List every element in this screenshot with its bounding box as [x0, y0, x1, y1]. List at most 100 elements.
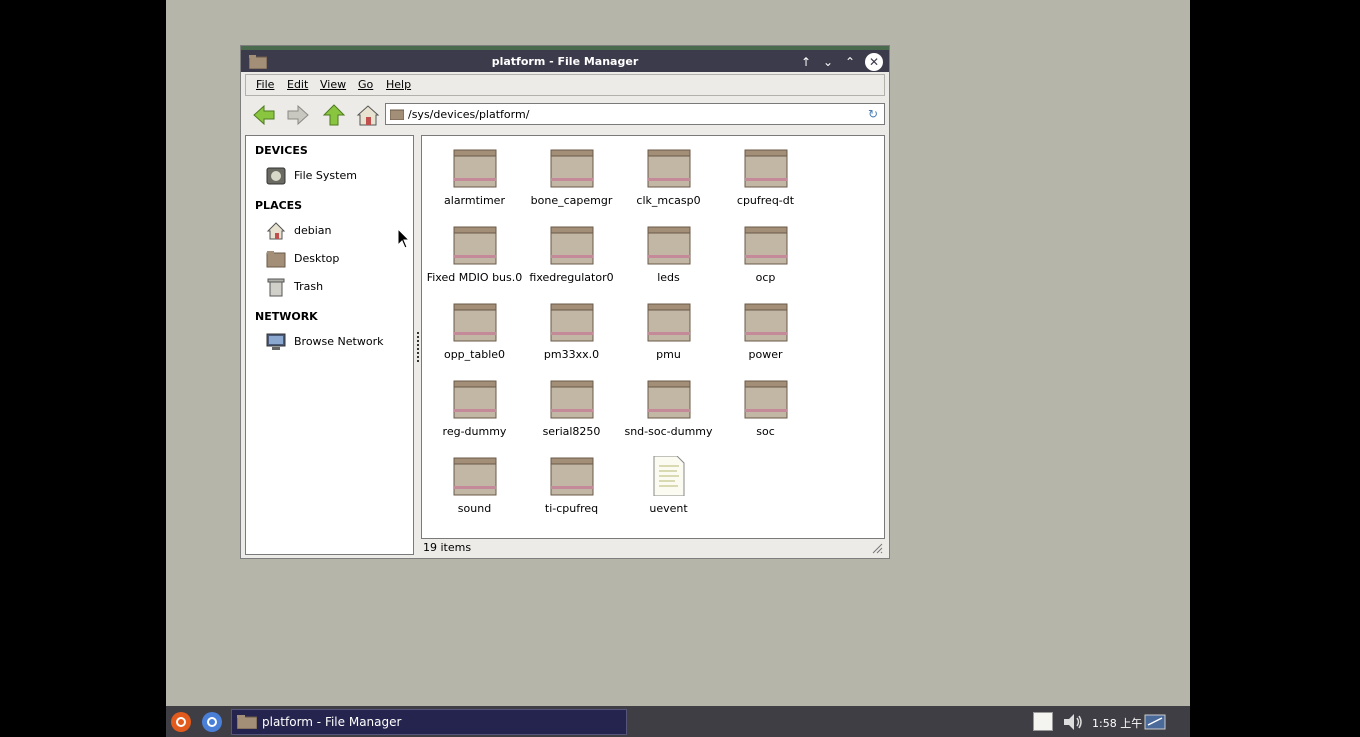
menu-help[interactable]: Help: [386, 78, 411, 91]
item-count: 19 items: [423, 541, 472, 554]
folder-icon: [550, 149, 594, 188]
network-status-icon[interactable]: [1144, 711, 1166, 733]
title-bar[interactable]: platform - File Manager ↑ ⌄ ⌃ ✕: [241, 46, 889, 72]
taskbar: platform - File Manager 1:58 上午: [166, 706, 1190, 737]
forward-icon[interactable]: [285, 103, 311, 127]
folder-item[interactable]: cpufreq-dt: [717, 136, 814, 210]
file-name: alarmtimer: [444, 194, 505, 207]
folder-icon: [550, 457, 594, 496]
folder-item[interactable]: fixedregulator0: [523, 213, 620, 287]
sidebar-item-file-system[interactable]: File System: [254, 164, 409, 188]
folder-icon: [744, 380, 788, 419]
menu-edit[interactable]: Edit: [287, 78, 308, 91]
shade-icon[interactable]: ↑: [797, 53, 815, 71]
folder-icon: [453, 380, 497, 419]
folder-item[interactable]: pmu: [620, 290, 717, 364]
folder-item[interactable]: clk_mcasp0: [620, 136, 717, 210]
browser-icon[interactable]: [201, 711, 223, 733]
trash-icon: [267, 278, 285, 297]
toolbar: /sys/devices/platform/ ↻: [245, 98, 885, 132]
menu-view[interactable]: View: [320, 78, 346, 91]
window-title: platform - File Manager: [491, 55, 639, 68]
clock[interactable]: 1:58 上午: [1092, 715, 1142, 731]
folder-icon: [550, 380, 594, 419]
file-name: opp_table0: [443, 348, 506, 361]
folder-item[interactable]: Fixed MDIO bus.0: [426, 213, 523, 287]
start-menu-icon[interactable]: [170, 711, 192, 733]
sidebar: DEVICES File System PLACES debian Deskto…: [245, 135, 414, 555]
folder-icon: [744, 149, 788, 188]
location-bar[interactable]: /sys/devices/platform/ ↻: [385, 103, 885, 125]
folder-item[interactable]: opp_table0: [426, 290, 523, 364]
file-name: pm33xx.0: [543, 348, 600, 361]
file-name: soc: [756, 425, 775, 438]
file-name: pmu: [656, 348, 681, 361]
folder-item[interactable]: bone_capemgr: [523, 136, 620, 210]
file-manager-window: platform - File Manager ↑ ⌄ ⌃ ✕ File Edi…: [240, 45, 890, 559]
close-icon[interactable]: ✕: [865, 53, 883, 71]
network-icon: [266, 333, 286, 350]
folder-item[interactable]: pm33xx.0: [523, 290, 620, 364]
folder-icon: [390, 109, 404, 120]
folder-item[interactable]: soc: [717, 367, 814, 441]
minimize-icon[interactable]: ⌄: [819, 53, 837, 71]
file-name: snd-soc-dummy: [624, 425, 713, 438]
file-name: sound: [457, 502, 492, 515]
sidebar-item-label: Trash: [294, 280, 324, 293]
text-file-icon: [653, 456, 685, 496]
status-bar: 19 items: [421, 540, 885, 556]
folder-icon: [647, 226, 691, 265]
maximize-icon[interactable]: ⌃: [841, 53, 859, 71]
file-name: fixedregulator0: [529, 271, 614, 284]
sidebar-header-devices: DEVICES: [255, 144, 308, 157]
sidebar-item-debian[interactable]: debian: [254, 219, 409, 243]
drive-icon: [266, 167, 286, 185]
file-item[interactable]: uevent: [620, 444, 717, 518]
folder-icon: [453, 303, 497, 342]
folder-item[interactable]: reg-dummy: [426, 367, 523, 441]
folder-icon: [647, 149, 691, 188]
folder-item[interactable]: power: [717, 290, 814, 364]
folder-icon: [550, 226, 594, 265]
folder-item[interactable]: ocp: [717, 213, 814, 287]
file-name: Fixed MDIO bus.0: [426, 271, 523, 284]
menu-go[interactable]: Go: [358, 78, 373, 91]
taskbar-window-button[interactable]: platform - File Manager: [231, 709, 627, 735]
resize-grip-icon[interactable]: [871, 542, 883, 554]
taskbar-window-label: platform - File Manager: [262, 715, 402, 729]
folder-item[interactable]: ti-cpufreq: [523, 444, 620, 518]
folder-item[interactable]: serial8250: [523, 367, 620, 441]
up-icon[interactable]: [321, 103, 347, 127]
folder-icon: [453, 457, 497, 496]
menu-file[interactable]: File: [256, 78, 274, 91]
sidebar-item-label: File System: [294, 169, 357, 182]
menu-bar: File Edit View Go Help: [245, 74, 885, 96]
folder-icon: [744, 226, 788, 265]
folder-item[interactable]: sound: [426, 444, 523, 518]
home-icon[interactable]: [355, 103, 381, 127]
folder-item[interactable]: alarmtimer: [426, 136, 523, 210]
sidebar-item-browse-network[interactable]: Browse Network: [254, 330, 409, 354]
file-name: leds: [657, 271, 680, 284]
sidebar-header-places: PLACES: [255, 199, 303, 212]
file-name: ocp: [755, 271, 776, 284]
folder-item[interactable]: snd-soc-dummy: [620, 367, 717, 441]
file-name: bone_capemgr: [530, 194, 613, 207]
back-icon[interactable]: [251, 103, 277, 127]
file-name: reg-dummy: [442, 425, 507, 438]
location-path[interactable]: /sys/devices/platform/: [408, 108, 529, 121]
volume-icon[interactable]: [1062, 711, 1084, 733]
refresh-icon[interactable]: ↻: [866, 107, 880, 121]
file-name: serial8250: [542, 425, 601, 438]
file-name: clk_mcasp0: [636, 194, 701, 207]
file-name: ti-cpufreq: [544, 502, 599, 515]
folder-item[interactable]: leds: [620, 213, 717, 287]
folder-icon: [237, 715, 257, 729]
file-name: cpufreq-dt: [736, 194, 795, 207]
sidebar-item-label: Desktop: [294, 252, 340, 265]
sidebar-item-desktop[interactable]: Desktop: [254, 247, 409, 271]
folder-icon: [744, 303, 788, 342]
notes-icon[interactable]: [1033, 712, 1053, 731]
folder-icon: [647, 380, 691, 419]
sidebar-item-trash[interactable]: Trash: [254, 275, 409, 299]
